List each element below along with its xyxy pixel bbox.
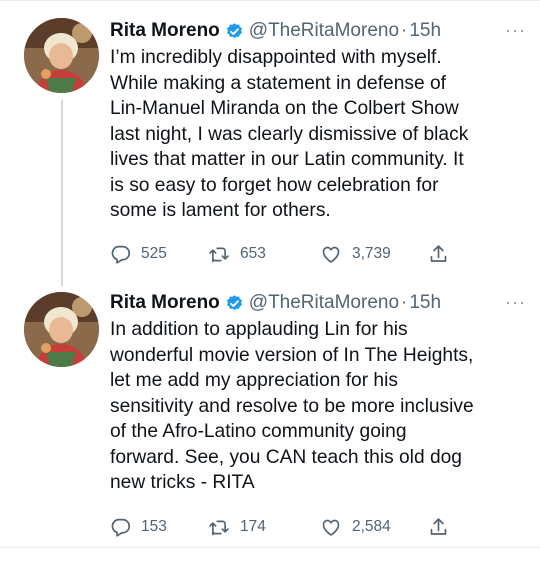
share-icon — [430, 518, 447, 535]
share-icon — [430, 245, 447, 262]
separator-dot: · — [401, 292, 408, 313]
like-count: 2,584 — [352, 518, 391, 535]
thread-connector — [61, 100, 63, 286]
timestamp[interactable]: 15h — [409, 292, 441, 314]
retweet-count: 653 — [240, 245, 266, 262]
reply-count: 153 — [141, 518, 167, 535]
like-icon — [322, 246, 340, 263]
display-name[interactable]: Rita Moreno — [110, 292, 220, 314]
retweet-button[interactable]: 174 — [208, 517, 320, 538]
reply-button[interactable]: 525 — [110, 244, 208, 265]
verified-badge-icon — [225, 22, 244, 41]
reply-button[interactable]: 153 — [110, 517, 208, 538]
reply-icon — [111, 245, 131, 264]
tweet-actions: 525 653 3,739 — [110, 242, 459, 266]
reply-icon — [111, 518, 131, 537]
retweet-icon — [209, 520, 229, 535]
share-button[interactable] — [428, 243, 459, 265]
user-handle[interactable]: @TheRitaMoreno — [249, 20, 399, 42]
top-divider — [0, 0, 540, 1]
tweet-text: In addition to applauding Lin for his wo… — [110, 319, 474, 493]
bottom-divider — [0, 547, 540, 548]
tweet-header: Rita Moreno @TheRitaMoreno · 15h ··· — [110, 18, 526, 44]
separator-dot: · — [401, 20, 408, 41]
display-name[interactable]: Rita Moreno — [110, 20, 220, 42]
timestamp[interactable]: 15h — [409, 20, 441, 42]
more-options-icon[interactable]: ··· — [505, 292, 526, 313]
tweet-text: I’m incredibly disappointed with myself.… — [110, 47, 469, 221]
retweet-icon — [209, 247, 229, 262]
more-options-icon[interactable]: ··· — [505, 20, 526, 41]
retweet-button[interactable]: 653 — [208, 244, 320, 265]
avatar[interactable] — [24, 292, 99, 367]
tweet-header: Rita Moreno @TheRitaMoreno · 15h ··· — [110, 290, 526, 316]
like-button[interactable]: 2,584 — [320, 517, 428, 538]
avatar[interactable] — [24, 18, 99, 93]
tweet-actions: 153 174 2,584 — [110, 515, 459, 539]
verified-badge-icon — [225, 294, 244, 313]
share-button[interactable] — [428, 516, 459, 538]
like-icon — [322, 519, 340, 536]
reply-count: 525 — [141, 245, 167, 262]
like-button[interactable]: 3,739 — [320, 244, 428, 265]
retweet-count: 174 — [240, 518, 266, 535]
like-count: 3,739 — [352, 245, 391, 262]
user-handle[interactable]: @TheRitaMoreno — [249, 292, 399, 314]
